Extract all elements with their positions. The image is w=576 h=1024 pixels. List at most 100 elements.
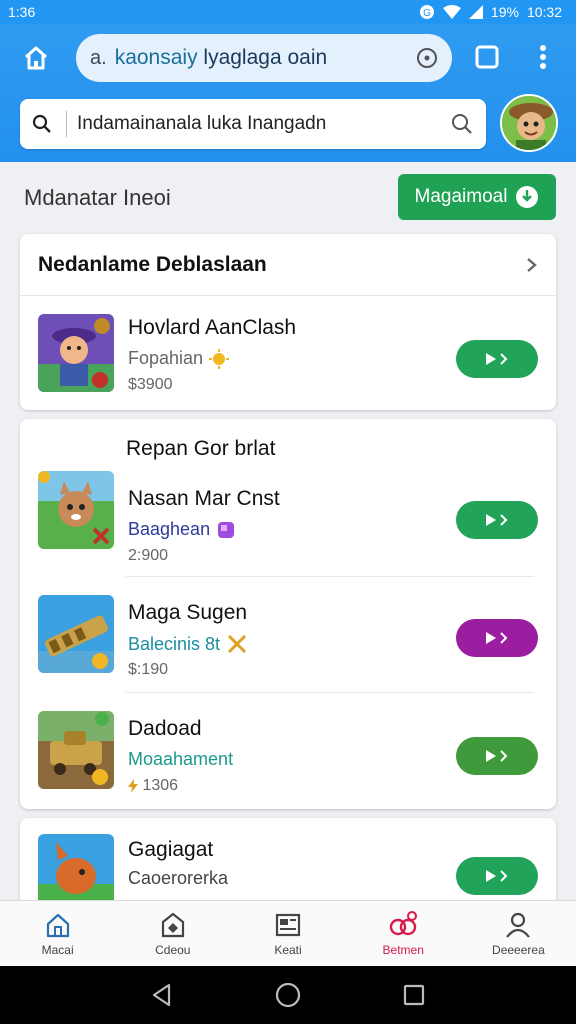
system-navigation-bar	[0, 966, 576, 1024]
info-circle-icon[interactable]	[416, 47, 438, 69]
home-icon	[46, 913, 69, 937]
primary-action-label: Magaimoal	[414, 186, 508, 207]
gem-badge-icon	[218, 521, 235, 538]
play-button[interactable]	[456, 501, 538, 539]
search-submit-icon[interactable]	[450, 112, 474, 136]
list-item[interactable]: Dadoad Moaahament 1306	[20, 693, 556, 809]
url-prefix: a.	[90, 46, 107, 69]
game-thumbnail	[38, 471, 114, 549]
nav-item-games[interactable]: Betmen	[346, 901, 461, 966]
game-art-image	[38, 471, 114, 549]
play-button[interactable]	[456, 857, 538, 895]
section-card-featured: Nedanlame Deblaslaan Hovlard AanClash Fo…	[20, 234, 556, 410]
bolt-icon	[128, 778, 138, 793]
game-art-image	[38, 711, 114, 789]
play-icon	[486, 632, 508, 644]
nav-label: Cdeou	[155, 942, 191, 957]
avatar[interactable]	[500, 94, 558, 152]
item-subtitle: Balecinis 8t	[128, 633, 248, 655]
status-icons: G 19% 10:32	[419, 4, 562, 20]
url-text: kaonsaiy lyaglaga oain	[115, 46, 416, 70]
notification-icon: G	[419, 5, 434, 19]
item-subtitle-text: Baaghean	[128, 519, 211, 539]
svg-text:G: G	[423, 8, 431, 19]
item-subtitle-text: Balecinis 8t	[128, 633, 221, 654]
back-icon[interactable]	[151, 983, 173, 1007]
battery-level: 19%	[490, 4, 519, 20]
nav-label: Betmen	[382, 942, 424, 957]
avatar-image	[502, 96, 556, 150]
item-subtitle: Fopahian	[128, 348, 230, 369]
item-price: 1306	[128, 777, 178, 795]
games-icon	[390, 910, 418, 935]
home-icon	[24, 46, 48, 70]
item-title: Nasan Mar Cnst	[128, 487, 280, 510]
item-subtitle-text: Caoerorerka	[128, 868, 229, 888]
game-art-image	[38, 595, 114, 673]
status-clock: 10:32	[526, 4, 562, 20]
play-icon	[486, 353, 508, 365]
page-title: Mdanatar Ineoi	[24, 185, 171, 210]
address-bar[interactable]: a. kaonsaiy lyaglaga oain	[76, 34, 452, 82]
item-title: Gagiagat	[128, 838, 214, 861]
item-subtitle: Baaghean	[128, 519, 236, 540]
nav-label: Keati	[274, 942, 302, 957]
nav-item-news[interactable]: Keati	[230, 901, 345, 966]
play-icon	[486, 750, 508, 762]
tabs-button[interactable]	[472, 42, 502, 72]
game-thumbnail	[38, 595, 114, 673]
item-price: $3900	[128, 376, 173, 393]
play-button[interactable]	[456, 619, 538, 657]
nav-item-home[interactable]: Macai	[0, 901, 115, 966]
swords-badge-icon	[228, 634, 247, 654]
chevron-right-icon	[527, 257, 537, 272]
recents-icon[interactable]	[403, 984, 425, 1006]
nav-label: Deeeerea	[492, 942, 545, 957]
overflow-menu-icon	[540, 45, 546, 69]
play-button[interactable]	[456, 340, 538, 378]
item-subtitle-text: Moaahament	[128, 749, 234, 769]
home-button[interactable]	[18, 40, 54, 76]
item-title: Maga Sugen	[128, 601, 248, 624]
section-header[interactable]: Nedanlame Deblaslaan	[20, 234, 556, 296]
game-thumbnail	[38, 314, 114, 392]
url-host: kaonsaiy	[114, 46, 198, 69]
home-circle-icon[interactable]	[275, 982, 301, 1008]
game-art-image	[38, 314, 114, 392]
profile-icon	[506, 912, 531, 938]
item-price: 2:900	[128, 547, 169, 564]
list-item[interactable]: Hovlard AanClash Fopahian $3900	[20, 296, 556, 410]
list-item[interactable]: Nasan Mar Cnst Baaghean 2:900	[20, 461, 556, 577]
status-bar: 1:36 G 19% 10:32	[0, 0, 576, 24]
search-divider	[66, 111, 67, 137]
status-time: 1:36	[8, 4, 36, 20]
game-thumbnail	[38, 711, 114, 789]
search-icon	[32, 114, 51, 133]
item-subtitle-text: Fopahian	[128, 348, 204, 368]
play-button[interactable]	[456, 737, 538, 775]
list-item[interactable]: Maga Sugen Balecinis 8t $:190	[20, 577, 556, 693]
item-price: $:190	[128, 661, 169, 678]
item-price-text: 1306	[142, 777, 179, 794]
overflow-menu-button[interactable]	[530, 40, 556, 74]
store-icon	[161, 912, 184, 937]
wifi-icon	[442, 5, 461, 19]
section-heading: Nedanlame Deblaslaan	[38, 252, 267, 276]
news-icon	[275, 913, 301, 936]
url-path: lyaglaga oain	[197, 46, 328, 69]
search-input[interactable]	[77, 113, 450, 135]
item-subtitle: Caoerorerka	[128, 868, 228, 889]
play-icon	[486, 870, 508, 882]
item-title: Hovlard AanClash	[128, 316, 297, 339]
play-icon	[486, 514, 508, 526]
primary-action-button[interactable]: Magaimoal	[398, 174, 556, 220]
item-title: Dadoad	[128, 717, 202, 740]
search-box[interactable]	[20, 99, 486, 149]
nav-item-store[interactable]: Cdeou	[115, 901, 230, 966]
bottom-navigation: Macai Cdeou Keati Betmen Deeeerea	[0, 900, 576, 966]
item-subtitle: Moaahament	[128, 749, 233, 770]
signal-icon	[468, 5, 483, 19]
nav-item-profile[interactable]: Deeeerea	[461, 901, 576, 966]
section-heading: Repan Gor brlat	[126, 437, 276, 460]
section-card-list: Repan Gor brlat Nasan Mar Cnst Baaghean …	[20, 419, 556, 809]
